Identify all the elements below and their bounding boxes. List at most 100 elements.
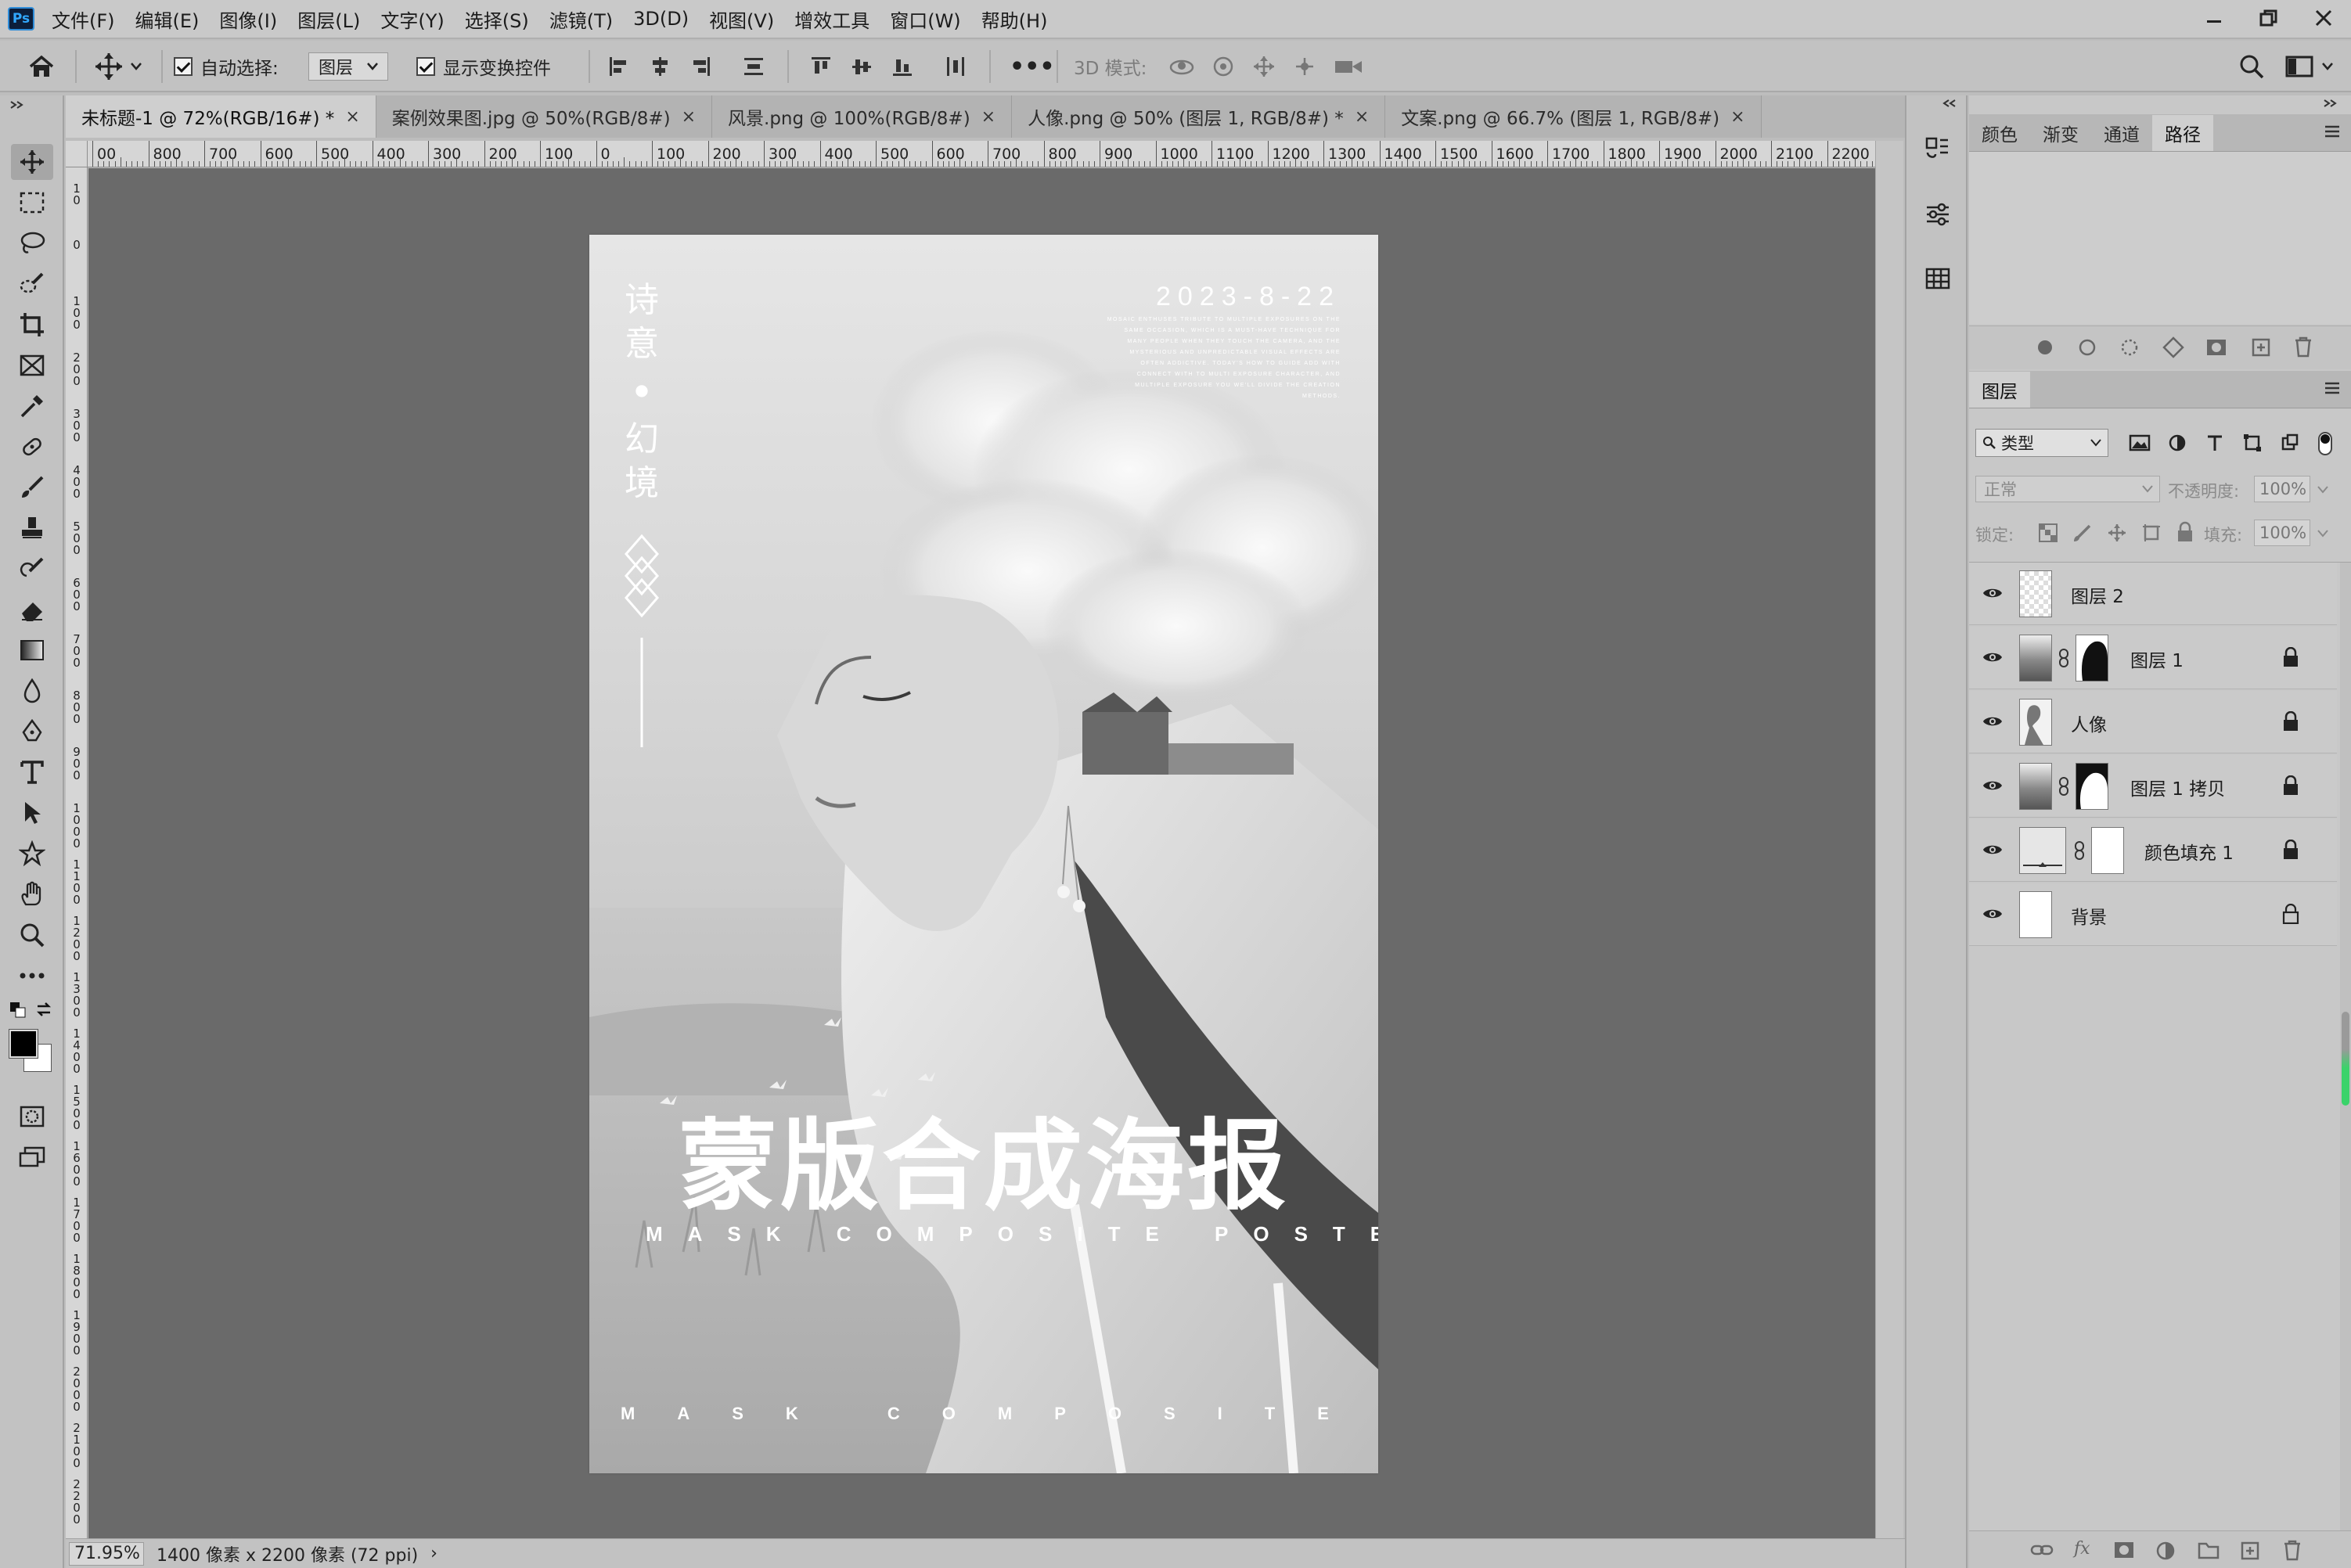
menu-layer[interactable]: 图层(L) bbox=[297, 5, 360, 33]
status-menu-arrow[interactable]: › bbox=[430, 1544, 437, 1563]
layer-row-background[interactable]: 背景 bbox=[1969, 883, 2337, 946]
history-panel-button[interactable] bbox=[1919, 130, 1957, 167]
move-tool[interactable] bbox=[11, 144, 53, 180]
new-group-icon[interactable] bbox=[2198, 1541, 2220, 1559]
lock-all-icon[interactable] bbox=[2176, 521, 2194, 543]
filter-type-icon[interactable] bbox=[2205, 433, 2224, 452]
filter-pixel-icon[interactable] bbox=[2129, 433, 2151, 452]
link-layers-icon[interactable] bbox=[2030, 1541, 2054, 1559]
horizontal-ruler[interactable]: 00 800 700 600 500 400 300 200 100 0 100 200 300 400 5… bbox=[88, 141, 1875, 167]
brush-tool[interactable] bbox=[11, 469, 53, 505]
layer-name[interactable]: 背景 bbox=[2071, 902, 2107, 929]
tab-color[interactable]: 颜色 bbox=[1969, 115, 2030, 151]
menu-window[interactable]: 窗口(W) bbox=[890, 5, 960, 33]
chevron-down-icon[interactable] bbox=[2317, 529, 2329, 538]
hand-tool[interactable] bbox=[11, 876, 53, 912]
default-colors-icon[interactable] bbox=[9, 1002, 27, 1019]
crop-tool[interactable] bbox=[11, 307, 53, 343]
distribute-horizontal-icon[interactable] bbox=[944, 55, 967, 78]
tab-layers[interactable]: 图层 bbox=[1969, 372, 2030, 408]
close-tab-icon[interactable]: × bbox=[1730, 107, 1744, 127]
stroke-path-icon[interactable] bbox=[2077, 337, 2097, 358]
history-brush-tool[interactable] bbox=[11, 551, 53, 587]
load-selection-icon[interactable] bbox=[2119, 337, 2140, 358]
eyedropper-tool[interactable] bbox=[11, 388, 53, 424]
properties-panel-button[interactable] bbox=[1919, 196, 1957, 233]
screen-mode-button[interactable] bbox=[11, 1139, 53, 1175]
tab-portrait[interactable]: 人像.png @ 50% (图层 1, RGB/8#) * × bbox=[1012, 95, 1386, 138]
lock-position-icon[interactable] bbox=[2107, 523, 2127, 543]
eraser-tool[interactable] bbox=[11, 592, 53, 628]
layer-filter-dropdown[interactable]: 类型 bbox=[1975, 429, 2108, 457]
pen-tool[interactable] bbox=[11, 714, 53, 750]
vertical-ruler[interactable]: 1001002003004005006007008009001000110012… bbox=[66, 167, 88, 1538]
adjustment-layer-icon[interactable] bbox=[2155, 1541, 2176, 1561]
link-icon[interactable] bbox=[2074, 841, 2085, 860]
filter-shape-icon[interactable] bbox=[2243, 433, 2262, 452]
filter-adjustment-icon[interactable] bbox=[2168, 433, 2187, 452]
tab-untitled-1[interactable]: 未标题-1 @ 72%(RGB/16#) * × bbox=[66, 95, 376, 138]
chevron-down-icon[interactable] bbox=[2317, 485, 2329, 494]
layer-mask-thumbnail[interactable] bbox=[2076, 763, 2108, 810]
swap-colors-icon[interactable] bbox=[34, 1000, 53, 1019]
frame-tool[interactable] bbox=[11, 347, 53, 383]
align-bottom-icon[interactable] bbox=[891, 55, 914, 78]
layer-name[interactable]: 图层 1 拷贝 bbox=[2130, 774, 2225, 800]
layer-row-layer-2[interactable]: 图层 2 bbox=[1969, 563, 2337, 625]
distribute-vertical-icon[interactable] bbox=[742, 55, 765, 78]
layer-style-button[interactable]: fx bbox=[2074, 1539, 2090, 1559]
tab-landscape[interactable]: 风景.png @ 100%(RGB/8#) × bbox=[712, 95, 1013, 138]
menu-type[interactable]: 文字(Y) bbox=[380, 5, 444, 33]
close-tab-icon[interactable]: × bbox=[981, 107, 995, 127]
layer-name[interactable]: 颜色填充 1 bbox=[2144, 838, 2234, 865]
lasso-tool[interactable] bbox=[11, 225, 53, 261]
fill-path-icon[interactable] bbox=[2035, 337, 2055, 358]
layer-row-layer-1[interactable]: 图层 1 bbox=[1969, 627, 2337, 689]
quick-mask-button[interactable] bbox=[11, 1099, 53, 1135]
align-left-icon[interactable] bbox=[607, 55, 631, 78]
menu-file[interactable]: 文件(F) bbox=[52, 5, 115, 33]
auto-select-checkbox[interactable]: 自动选择: bbox=[174, 41, 279, 92]
eye-icon[interactable] bbox=[1982, 649, 2004, 666]
search-button[interactable] bbox=[2238, 41, 2265, 92]
lock-transparent-icon[interactable] bbox=[2038, 523, 2058, 543]
auto-select-target[interactable]: 图层 bbox=[308, 41, 389, 92]
layers-scrollbar[interactable] bbox=[2340, 563, 2351, 1531]
eye-icon[interactable] bbox=[1982, 584, 2004, 602]
menu-3d[interactable]: 3D(D) bbox=[633, 8, 689, 30]
layer-name[interactable]: 图层 1 bbox=[2130, 646, 2184, 672]
filter-toggle[interactable] bbox=[2318, 432, 2332, 455]
healing-brush-tool[interactable] bbox=[11, 429, 53, 465]
new-layer-icon[interactable] bbox=[2240, 1541, 2260, 1561]
eye-icon[interactable] bbox=[1982, 777, 2004, 794]
align-middle-v-icon[interactable] bbox=[850, 55, 873, 78]
tab-case-effect[interactable]: 案例效果图.jpg @ 50%(RGB/8#) × bbox=[376, 95, 713, 138]
lock-pixels-icon[interactable] bbox=[2072, 523, 2093, 543]
menu-view[interactable]: 视图(V) bbox=[709, 5, 774, 33]
ruler-origin[interactable] bbox=[66, 141, 88, 167]
restore-button[interactable] bbox=[2241, 0, 2296, 36]
marquee-tool[interactable] bbox=[11, 185, 53, 221]
zoom-tool[interactable] bbox=[11, 917, 53, 953]
custom-shape-tool[interactable] bbox=[11, 836, 53, 872]
type-tool[interactable] bbox=[11, 754, 53, 790]
foreground-color-swatch[interactable] bbox=[9, 1029, 38, 1059]
edit-toolbar-button[interactable] bbox=[11, 958, 53, 994]
home-button[interactable] bbox=[28, 41, 55, 92]
align-right-icon[interactable] bbox=[689, 55, 712, 78]
show-transform-checkbox[interactable]: 显示变换控件 bbox=[416, 41, 551, 92]
tab-gradient[interactable]: 渐变 bbox=[2030, 115, 2091, 151]
close-tab-icon[interactable]: × bbox=[1355, 107, 1369, 127]
3d-orbit-icon[interactable] bbox=[1168, 55, 1196, 78]
close-tab-icon[interactable]: × bbox=[345, 107, 359, 127]
blend-mode-dropdown[interactable]: 正常 bbox=[1975, 476, 2160, 502]
more-options-button[interactable]: ••• bbox=[1010, 41, 1055, 92]
new-path-icon[interactable] bbox=[2251, 337, 2271, 358]
layer-mask-thumbnail[interactable] bbox=[2091, 827, 2124, 874]
menu-plugins[interactable]: 增效工具 bbox=[794, 5, 869, 33]
collapse-icon[interactable] bbox=[2323, 99, 2338, 108]
collapse-icon[interactable] bbox=[9, 100, 25, 110]
trash-icon[interactable] bbox=[2293, 336, 2313, 358]
minimize-button[interactable] bbox=[2187, 0, 2241, 36]
link-icon[interactable] bbox=[2058, 649, 2069, 667]
